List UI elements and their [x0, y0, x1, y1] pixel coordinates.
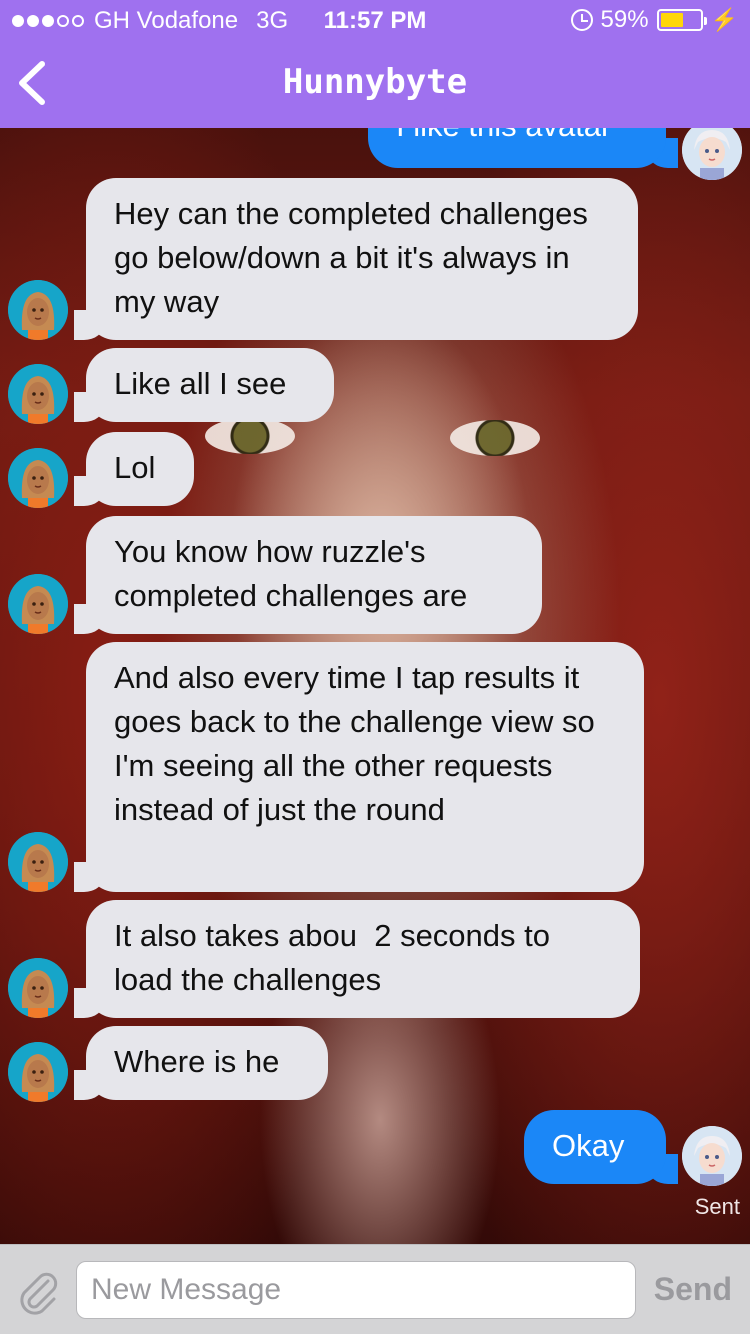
message-text: And also every time I tap results it goe…	[114, 660, 595, 827]
contact-avatar[interactable]	[8, 1042, 68, 1102]
battery-percent: 59%	[600, 6, 649, 33]
my-avatar[interactable]	[682, 1126, 742, 1186]
delivery-status: Sent	[694, 1194, 740, 1219]
contact-avatar[interactable]	[8, 574, 68, 634]
contact-avatar[interactable]	[8, 364, 68, 424]
contact-avatar[interactable]	[8, 958, 68, 1018]
message-bubble-incoming[interactable]: Lol	[74, 432, 194, 506]
message-bubble-incoming[interactable]: Hey can the completed challenges go belo…	[74, 178, 638, 340]
message-list[interactable]: I like this avatar Hey can the completed…	[0, 128, 750, 1244]
paperclip-icon[interactable]	[14, 1267, 64, 1317]
message-bubble-incoming[interactable]: And also every time I tap results it goe…	[74, 642, 644, 892]
top-bar: GH Vodafone 3G 11:57 PM 59% ⚡	[0, 0, 750, 128]
message-bubble-incoming[interactable]: Like all I see	[74, 348, 334, 422]
alarm-icon	[570, 9, 593, 31]
status-bar: GH Vodafone 3G 11:57 PM 59% ⚡	[0, 0, 750, 40]
message-bubble-incoming[interactable]: Where is he	[74, 1026, 328, 1100]
charging-bolt-icon: ⚡	[710, 7, 738, 32]
send-button[interactable]: Send	[654, 1271, 732, 1308]
message-composer: Send	[0, 1244, 750, 1334]
message-bubble-incoming[interactable]: It also takes abou 2 seconds to load the…	[74, 900, 640, 1018]
new-message-input[interactable]	[76, 1261, 636, 1319]
message-bubble-outgoing[interactable]: I like this avatar	[368, 128, 678, 168]
my-avatar[interactable]	[682, 128, 742, 180]
message-bubble-outgoing[interactable]: Okay	[524, 1110, 678, 1184]
message-text: It also takes abou 2 seconds to load the…	[114, 918, 559, 997]
message-text: I like this avatar	[396, 128, 611, 143]
contact-avatar[interactable]	[8, 448, 68, 508]
message-text: Like all I see	[114, 366, 287, 401]
message-text: You know how ruzzle's completed challeng…	[114, 534, 468, 613]
message-text: Where is he	[114, 1044, 280, 1079]
battery-icon	[656, 9, 707, 31]
message-text: Lol	[114, 450, 156, 485]
message-text: Okay	[552, 1128, 625, 1163]
chevron-left-icon[interactable]	[12, 58, 52, 108]
message-text: Hey can the completed challenges go belo…	[114, 196, 588, 319]
message-bubble-incoming[interactable]: You know how ruzzle's completed challeng…	[74, 516, 542, 634]
contact-avatar[interactable]	[8, 280, 68, 340]
status-right: 59% ⚡	[570, 6, 738, 34]
contact-avatar[interactable]	[8, 832, 68, 892]
